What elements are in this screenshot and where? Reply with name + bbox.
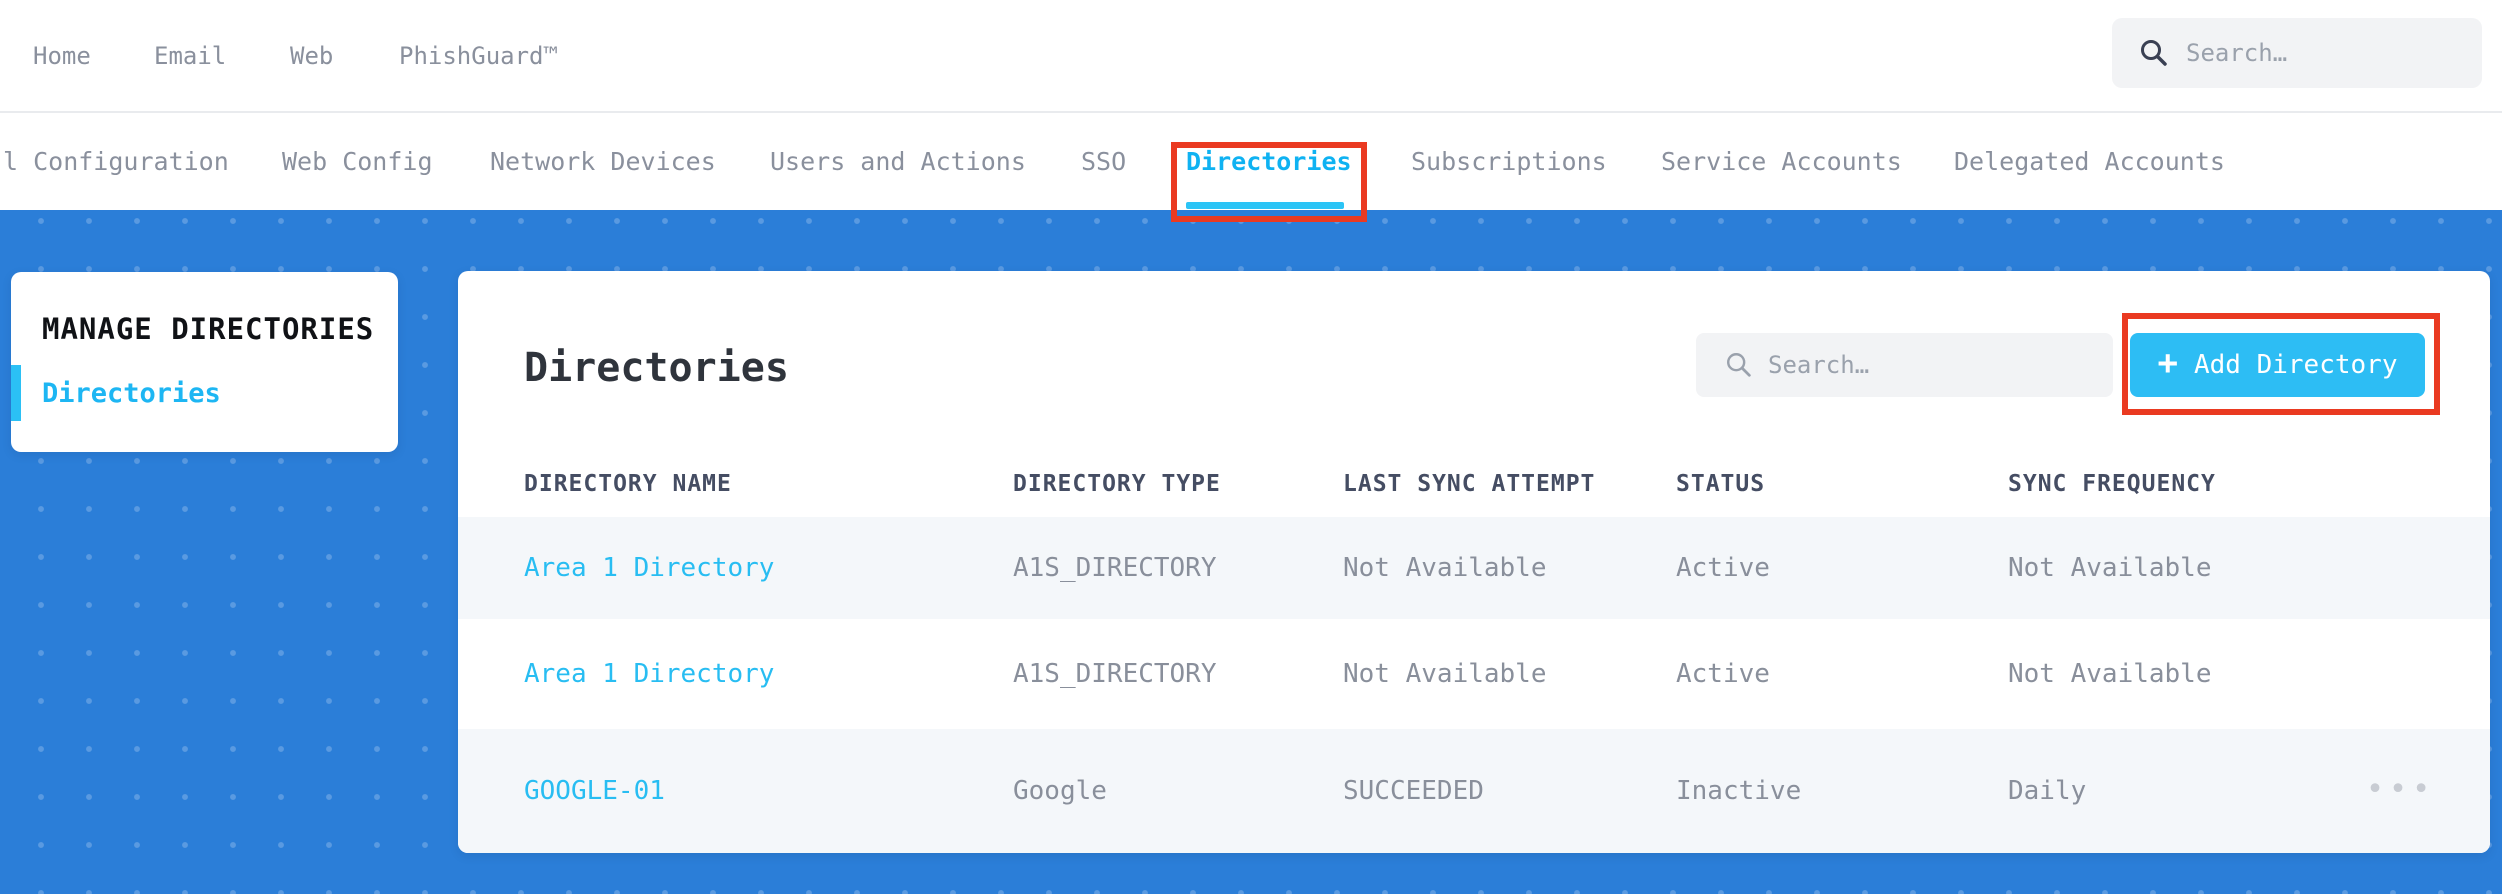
annotation-box-add-directory bbox=[2122, 313, 2440, 415]
global-search-input[interactable] bbox=[2186, 39, 2436, 67]
topnav-item-email[interactable]: Email bbox=[154, 0, 226, 111]
status-cell: Inactive bbox=[1676, 776, 1802, 806]
tab-email-configuration[interactable]: l Configuration bbox=[3, 113, 229, 210]
table-row: Area 1 Directory A1S_DIRECTORY Not Avail… bbox=[458, 517, 2490, 619]
directory-name-link[interactable]: GOOGLE-01 bbox=[524, 776, 665, 806]
tab-service-accounts[interactable]: Service Accounts bbox=[1661, 113, 1902, 210]
tab-sso[interactable]: SSO bbox=[1081, 113, 1126, 210]
last-sync-cell: Not Available bbox=[1343, 553, 1547, 583]
table-row: Area 1 Directory A1S_DIRECTORY Not Avail… bbox=[458, 619, 2490, 729]
directory-type-cell: A1S_DIRECTORY bbox=[1013, 659, 1217, 689]
table-header-row: DIRECTORY NAME DIRECTORY TYPE LAST SYNC … bbox=[458, 450, 2490, 517]
tab-web-config[interactable]: Web Config bbox=[282, 113, 433, 210]
search-icon bbox=[1727, 353, 1751, 377]
column-header-sync-frequency: SYNC FREQUENCY bbox=[2008, 470, 2216, 497]
directory-name-link[interactable]: Area 1 Directory bbox=[524, 553, 774, 583]
global-search-box[interactable] bbox=[2112, 18, 2482, 88]
page-title: Directories bbox=[524, 345, 789, 391]
sync-frequency-cell: Daily bbox=[2008, 776, 2087, 806]
status-cell: Active bbox=[1676, 553, 1770, 583]
tab-network-devices[interactable]: Network Devices bbox=[490, 113, 716, 210]
directories-search-input[interactable] bbox=[1768, 351, 2068, 379]
column-header-directory-type: DIRECTORY TYPE bbox=[1013, 470, 1221, 497]
directory-name-link[interactable]: Area 1 Directory bbox=[524, 659, 774, 689]
top-navigation-bar: Home Email Web PhishGuard™ bbox=[0, 0, 2502, 113]
active-item-indicator-bar bbox=[11, 365, 21, 421]
column-header-last-sync: LAST SYNC ATTEMPT bbox=[1343, 470, 1596, 497]
manage-directories-card: MANAGE DIRECTORIES Directories bbox=[11, 272, 398, 452]
workspace-background: MANAGE DIRECTORIES Directories Directori… bbox=[0, 210, 2502, 894]
topnav-item-home[interactable]: Home bbox=[33, 0, 91, 111]
column-header-directory-name: DIRECTORY NAME bbox=[524, 470, 732, 497]
search-icon bbox=[2141, 40, 2167, 66]
column-header-status: STATUS bbox=[1676, 470, 1766, 497]
directories-panel: Directories + Add Directory DIRECTORY NA… bbox=[458, 271, 2490, 853]
topnav-item-web[interactable]: Web bbox=[290, 0, 333, 111]
topnav-item-phishguard[interactable]: PhishGuard™ bbox=[399, 0, 558, 111]
annotation-box-directories-tab bbox=[1171, 142, 1367, 222]
tab-delegated-accounts[interactable]: Delegated Accounts bbox=[1954, 113, 2225, 210]
last-sync-cell: Not Available bbox=[1343, 659, 1547, 689]
directory-type-cell: A1S_DIRECTORY bbox=[1013, 553, 1217, 583]
tab-subscriptions[interactable]: Subscriptions bbox=[1411, 113, 1607, 210]
status-cell: Active bbox=[1676, 659, 1770, 689]
tab-users-and-actions[interactable]: Users and Actions bbox=[770, 113, 1026, 210]
sync-frequency-cell: Not Available bbox=[2008, 659, 2212, 689]
table-row: GOOGLE-01 Google SUCCEEDED Inactive Dail… bbox=[458, 729, 2490, 853]
directory-type-cell: Google bbox=[1013, 776, 1107, 806]
sync-frequency-cell: Not Available bbox=[2008, 553, 2212, 583]
directories-search-box[interactable] bbox=[1696, 333, 2113, 397]
sidebar-card-title: MANAGE DIRECTORIES bbox=[42, 312, 375, 346]
row-actions-menu-icon[interactable]: ••• bbox=[2366, 772, 2435, 807]
sidebar-item-directories[interactable]: Directories bbox=[42, 378, 221, 409]
last-sync-cell: SUCCEEDED bbox=[1343, 776, 1484, 806]
